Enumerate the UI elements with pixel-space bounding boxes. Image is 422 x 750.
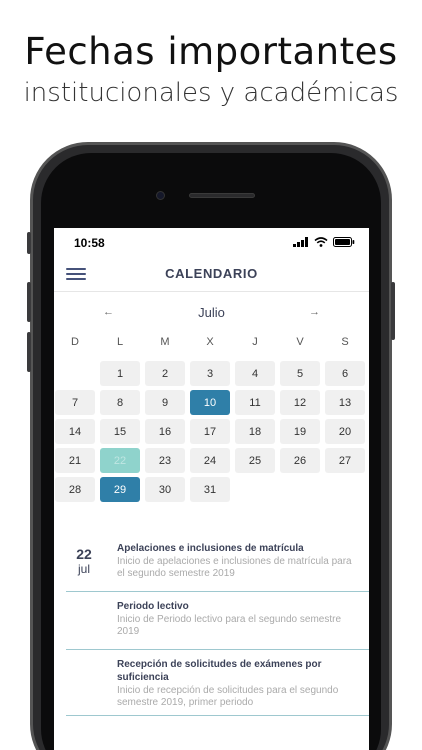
next-month-arrow-icon[interactable]: → (309, 306, 320, 318)
volume-down-button (27, 332, 31, 372)
event-description: Inicio de apelaciones e inclusiones de m… (117, 556, 352, 579)
signal-icon (293, 237, 308, 247)
event-body: Periodo lectivo Inicio de Periodo lectiv… (117, 600, 361, 638)
weekday-header: X (206, 336, 214, 348)
calendar-day[interactable]: 21 (55, 448, 95, 473)
mute-switch (27, 232, 31, 254)
calendar-day-highlighted[interactable]: 22 (100, 448, 140, 473)
calendar-day[interactable]: 24 (190, 448, 230, 473)
battery-icon (333, 237, 355, 247)
weekday-header: M (160, 336, 170, 348)
calendar-day[interactable]: 2 (145, 361, 185, 386)
status-time: 10:58 (74, 236, 105, 250)
current-month: Julio (198, 305, 225, 320)
event-item[interactable]: 22 jul Apelaciones e inclusiones de matr… (66, 542, 369, 592)
calendar-day[interactable]: 5 (280, 361, 320, 386)
calendar-day[interactable]: 8 (100, 390, 140, 415)
calendar-day[interactable]: 11 (235, 390, 275, 415)
event-day: 22 (76, 546, 92, 562)
promo-subline: institucionales y académicas (23, 78, 399, 108)
calendar-day[interactable]: 17 (190, 419, 230, 444)
calendar-day[interactable]: 7 (55, 390, 95, 415)
calendar-day[interactable]: 12 (280, 390, 320, 415)
calendar-day[interactable]: 14 (55, 419, 95, 444)
calendar-day[interactable]: 4 (235, 361, 275, 386)
event-description: Inicio de recepción de solicitudes para … (117, 685, 339, 708)
calendar-day[interactable]: 19 (280, 419, 320, 444)
status-bar: 10:58 (54, 228, 369, 256)
event-description: Inicio de Periodo lectivo para el segund… (117, 614, 342, 637)
event-month: jul (77, 562, 90, 576)
month-navigator: ← Julio → (54, 304, 369, 324)
page-title: CALENDARIO (165, 266, 258, 281)
calendar-day[interactable]: 18 (235, 419, 275, 444)
power-button (391, 282, 395, 340)
calendar-day[interactable]: 28 (55, 477, 95, 502)
weekday-header: V (296, 336, 304, 348)
calendar-day-selected[interactable]: 29 (100, 477, 140, 502)
calendar-day-selected[interactable]: 10 (190, 390, 230, 415)
calendar-day[interactable]: 3 (190, 361, 230, 386)
calendar-day[interactable]: 9 (145, 390, 185, 415)
app-bar: CALENDARIO (54, 256, 369, 292)
calendar-day[interactable]: 15 (100, 419, 140, 444)
calendar-day[interactable]: 27 (325, 448, 365, 473)
calendar-day[interactable]: 23 (145, 448, 185, 473)
event-date: 22 jul (66, 546, 102, 576)
volume-up-button (27, 282, 31, 322)
event-body: Recepción de solicitudes de exámenes por… (117, 658, 361, 709)
event-title: Recepción de solicitudes de exámenes por… (117, 659, 322, 683)
weekday-header: S (341, 336, 349, 348)
calendar-day[interactable]: 26 (280, 448, 320, 473)
wifi-icon (314, 237, 328, 247)
calendar-day[interactable]: 31 (190, 477, 230, 502)
calendar-day[interactable]: 25 (235, 448, 275, 473)
weekday-header: L (116, 336, 124, 348)
calendar-day[interactable]: 16 (145, 419, 185, 444)
weekday-header: D (71, 336, 79, 348)
calendar-day[interactable]: 20 (325, 419, 365, 444)
front-camera (156, 191, 165, 200)
status-icons (293, 237, 355, 247)
earpiece-speaker (189, 193, 255, 198)
calendar-day[interactable]: 13 (325, 390, 365, 415)
promo-headline: Fechas importantes (24, 30, 398, 73)
calendar-day[interactable]: 6 (325, 361, 365, 386)
event-title: Apelaciones e inclusiones de matrícula (117, 543, 304, 554)
weekday-header: J (252, 336, 258, 348)
event-item[interactable]: Periodo lectivo Inicio de Periodo lectiv… (66, 600, 369, 650)
calendar-day[interactable]: 30 (145, 477, 185, 502)
app-screen: 10:58 CALENDARIO ← Julio → D L M X J V S… (54, 228, 369, 750)
event-title: Periodo lectivo (117, 601, 189, 612)
calendar-day[interactable]: 1 (100, 361, 140, 386)
event-item[interactable]: Recepción de solicitudes de exámenes por… (66, 658, 369, 716)
event-body: Apelaciones e inclusiones de matrícula I… (117, 542, 361, 580)
